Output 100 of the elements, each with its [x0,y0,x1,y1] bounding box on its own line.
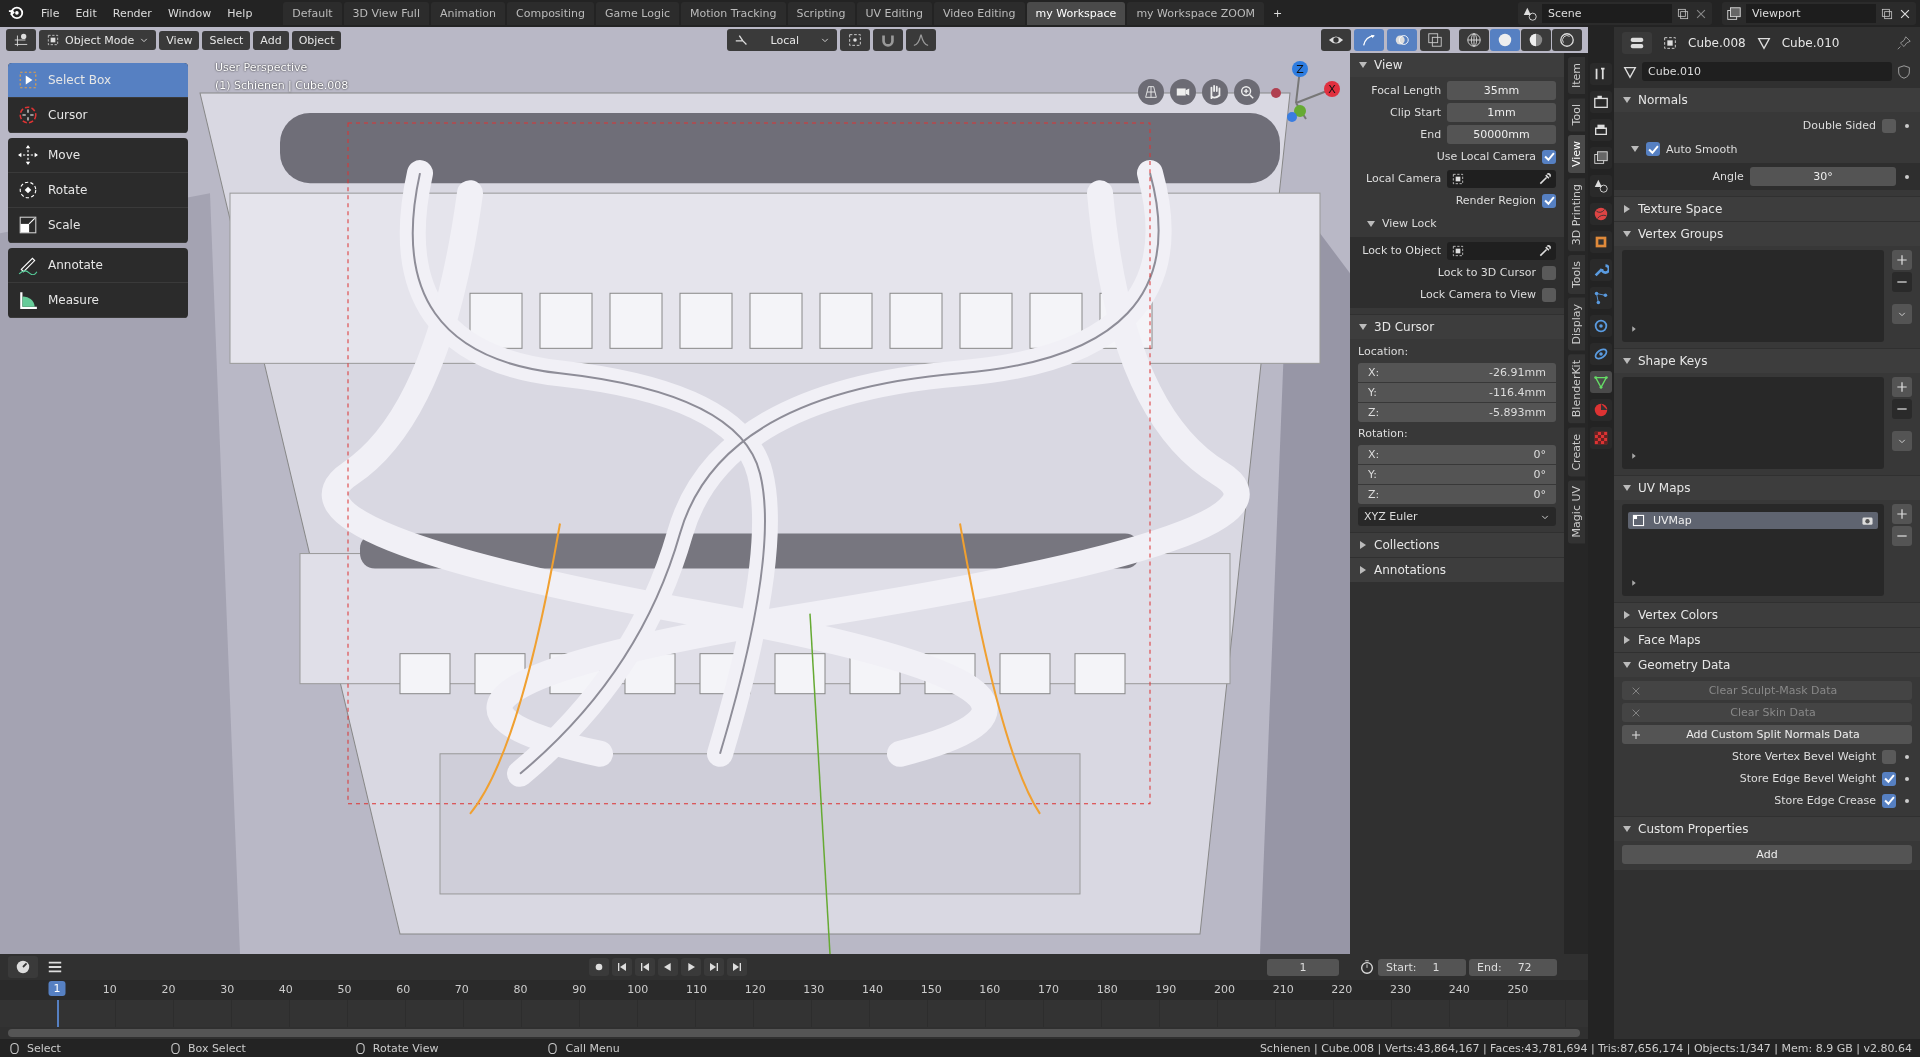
panel-header[interactable]: Collections [1350,533,1564,557]
disclosure-triangle-icon[interactable] [1630,144,1640,154]
render-tab[interactable] [1590,91,1612,113]
particles-tab[interactable] [1590,287,1612,309]
playhead-frame[interactable]: 1 [48,981,66,996]
tool-button[interactable]: Cursor [8,98,188,133]
checkbox[interactable] [1542,149,1556,164]
record-button[interactable] [589,958,609,976]
add-button[interactable] [1892,250,1912,270]
workspace-tab[interactable]: my Workspace ZOOM [1127,2,1265,25]
remove-button[interactable] [1892,526,1912,546]
menu-button[interactable]: Add [253,30,289,50]
object-tab[interactable] [1590,231,1612,253]
panel-header[interactable]: Shape Keys [1614,349,1920,373]
panel-header[interactable]: 3D Cursor [1350,315,1564,339]
scene-selector[interactable]: Scene [1518,2,1712,25]
rotation-mode-dropdown[interactable]: XYZ Euler [1358,507,1556,526]
workspace-tab[interactable]: Game Logic [596,2,679,25]
add-button[interactable] [1892,377,1912,397]
tool-button[interactable]: Scale [8,208,188,243]
object-field[interactable] [1447,169,1556,188]
sidebar-tab[interactable]: Tools [1567,254,1585,294]
scrollbar[interactable] [8,1029,1580,1037]
navigation-gizmo-drawing[interactable]: Z X [1266,59,1342,135]
menu-item[interactable]: Help [220,4,260,23]
checkbox[interactable] [1882,749,1896,764]
list-item[interactable]: UVMap [1628,512,1878,529]
workspace-tab[interactable]: 3D View Full [343,2,429,25]
snap-button[interactable] [872,29,903,51]
workspace-tab[interactable]: Animation [430,2,506,25]
menu-item[interactable]: Edit [68,4,104,23]
menu-button[interactable]: Object [291,30,342,50]
subpanel-title[interactable]: View Lock [1382,217,1437,230]
mesh-tab[interactable] [1590,371,1612,393]
action-button[interactable]: Add [1622,845,1912,864]
tool-tab[interactable] [1590,63,1612,85]
number-field[interactable]: 50000mm [1447,125,1556,144]
object-field[interactable] [1447,241,1556,260]
panel-header[interactable]: Vertex Colors [1614,603,1920,627]
sidebar-tab[interactable]: Magic UV [1567,480,1585,544]
coordinate-field[interactable]: X: 0° [1358,445,1556,464]
editor-type-button[interactable] [8,956,38,978]
modifier-tab[interactable] [1590,259,1612,281]
jump-start-button[interactable] [612,958,632,976]
pivot-dropdown[interactable] [839,29,870,51]
coordinate-field[interactable]: Z: -5.893mm [1358,403,1556,422]
workspace-tab[interactable]: Video Editing [933,2,1025,25]
gizmo-toggle[interactable] [1354,29,1384,51]
checkbox[interactable] [1542,287,1556,302]
panel-header[interactable]: Custom Properties [1614,817,1920,841]
view-layer-selector[interactable]: Viewport [1722,2,1916,25]
sidebar-tab[interactable]: BlenderKit [1567,354,1585,424]
disclosure-triangle-icon[interactable] [1366,218,1376,229]
keyframe-dot[interactable] [1905,123,1909,128]
sidebar-tab[interactable]: Tool [1567,98,1585,132]
wireframe-shading-button[interactable] [1459,29,1489,51]
panel-header[interactable]: Texture Space [1614,197,1920,221]
jump-end-button[interactable] [727,958,747,976]
proportional-button[interactable] [905,29,936,51]
current-frame-field[interactable]: 1 [1267,958,1339,976]
physics-tab[interactable] [1590,315,1612,337]
material-shading-button[interactable] [1521,29,1551,51]
add-button[interactable] [1892,504,1912,524]
output-tab[interactable] [1590,119,1612,141]
visibility-dropdown[interactable] [1321,29,1351,51]
scene-tab[interactable] [1590,175,1612,197]
keyframe-dot[interactable] [1905,754,1909,759]
add-workspace-button[interactable]: + [1266,4,1290,23]
workspace-tab[interactable]: my Workspace [1026,2,1126,25]
sidebar-tab[interactable]: View [1567,135,1585,174]
display-mode-button[interactable] [1622,32,1652,54]
tool-button[interactable]: Move [8,138,188,173]
view-layer-tab[interactable] [1590,147,1612,169]
editor-type-button[interactable] [6,29,36,51]
world-tab[interactable] [1590,203,1612,225]
panel-header[interactable]: Vertex Groups [1614,222,1920,246]
prev-key-button[interactable] [635,958,655,976]
rendered-shading-button[interactable] [1552,29,1582,51]
menu-button[interactable]: Select [202,30,251,50]
workspace-tab[interactable]: Default [283,2,342,25]
keyframe-dot[interactable] [1905,776,1909,781]
coordinate-field[interactable]: Z: 0° [1358,485,1556,504]
coordinate-field[interactable]: Y: -116.4mm [1358,383,1556,402]
checkbox[interactable] [1882,771,1896,786]
material-tab[interactable] [1590,399,1612,421]
menu-item[interactable]: Render [105,4,159,23]
sidebar-tab[interactable]: Display [1567,297,1585,351]
next-key-button[interactable] [704,958,724,976]
panel-header[interactable]: Annotations [1350,558,1564,582]
tool-button[interactable]: Measure [8,283,188,318]
sidebar-tab[interactable]: 3D Printing [1567,177,1585,251]
play-button[interactable] [681,958,701,976]
panel-header[interactable]: Face Maps [1614,628,1920,652]
panel-header[interactable]: View [1350,53,1564,77]
overlay-toggle[interactable] [1387,29,1417,51]
keyframe-dot[interactable] [1905,798,1909,803]
checkbox[interactable] [1646,142,1660,156]
sidebar-tab[interactable]: Item [1567,57,1585,95]
xray-toggle[interactable] [1420,29,1450,51]
panel-header[interactable]: UV Maps [1614,476,1920,500]
